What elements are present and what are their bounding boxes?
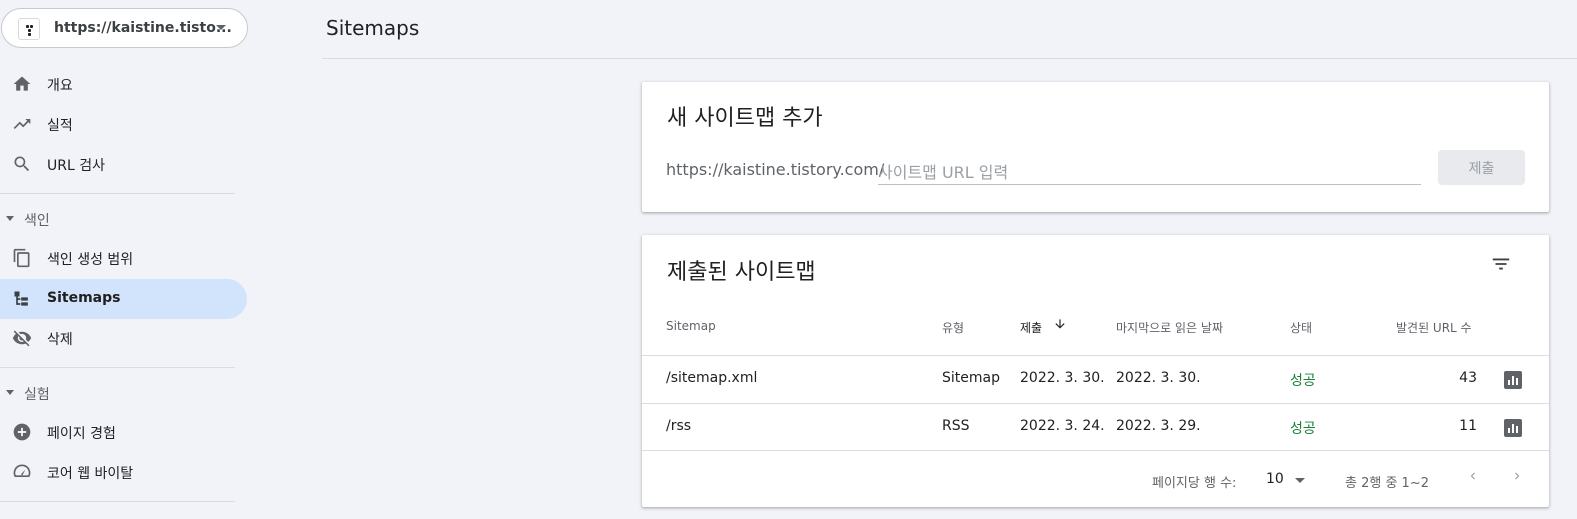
- trending-up-icon: [13, 119, 31, 129]
- sidebar-divider: [0, 193, 235, 194]
- collapse-triangle-icon: [6, 390, 14, 395]
- sidebar: https://kaistine.tisto... 개요 실적 URL 검사 색…: [0, 0, 250, 519]
- visibility-off-icon: [12, 330, 32, 347]
- submitted-sitemaps-title: 제출된 사이트맵: [667, 260, 816, 285]
- pagination-range: 총 2행 중 1~2: [1345, 476, 1429, 491]
- submitted-date: 2022. 3. 24.: [1020, 418, 1105, 434]
- last-read-date: 2022. 3. 29.: [1116, 418, 1201, 434]
- submit-button[interactable]: 제출: [1438, 150, 1525, 185]
- status-badge: 성공: [1290, 421, 1316, 437]
- sidebar-item-sitemaps[interactable]: Sitemaps: [0, 279, 247, 319]
- add-sitemap-card: 새 사이트맵 추가 https://kaistine.tistory.com/ …: [642, 82, 1549, 212]
- rows-per-page-label: 페이지당 행 수:: [1152, 476, 1237, 491]
- chevron-right-icon[interactable]: [1510, 469, 1524, 483]
- sidebar-item-performance[interactable]: 실적: [0, 104, 247, 144]
- plus-circle-icon: [13, 423, 31, 441]
- discovered-url-count: 11: [1459, 418, 1477, 434]
- filter-icon[interactable]: [1490, 253, 1512, 275]
- site-favicon-icon: [18, 18, 40, 40]
- submitted-date: 2022. 3. 30.: [1020, 370, 1105, 386]
- column-header-last-read[interactable]: 마지막으로 읽은 날짜: [1116, 319, 1223, 336]
- submitted-sitemaps-card: 제출된 사이트맵 Sitemap 유형 제출 마지막으로 읽은 날짜 상태 발견…: [642, 235, 1549, 507]
- column-header-status[interactable]: 상태: [1290, 319, 1312, 336]
- sitemap-url-prefix: https://kaistine.tistory.com/: [666, 160, 885, 179]
- section-index-header[interactable]: 색인: [0, 207, 240, 231]
- property-url: https://kaistine.tisto...: [54, 20, 232, 36]
- speed-gauge-icon: [13, 464, 31, 477]
- sidebar-item-page-experience[interactable]: 페이지 경험: [0, 412, 247, 452]
- table-divider: [642, 450, 1549, 451]
- sidebar-item-label: 코어 웹 바이탈: [47, 466, 134, 482]
- sitemap-icon: [14, 291, 28, 306]
- chevron-left-icon[interactable]: [1466, 469, 1480, 483]
- section-experience-header[interactable]: 실험: [0, 381, 240, 405]
- column-header-type[interactable]: 유형: [942, 319, 964, 336]
- sort-descending-icon[interactable]: [1053, 317, 1067, 331]
- status-badge: 성공: [1290, 373, 1316, 389]
- sidebar-item-label: 색인 생성 범위: [47, 252, 134, 268]
- sidebar-item-core-web-vitals[interactable]: 코어 웹 바이탈: [0, 452, 247, 492]
- section-title: 실험: [24, 387, 50, 403]
- sidebar-item-label: 실적: [47, 118, 73, 134]
- sitemap-path: /rss: [666, 418, 692, 434]
- table-divider: [642, 355, 1549, 356]
- sidebar-item-coverage[interactable]: 색인 생성 범위: [0, 238, 247, 278]
- chevron-down-icon[interactable]: [1295, 478, 1305, 483]
- sitemap-type: RSS: [942, 418, 970, 434]
- column-header-sitemap[interactable]: Sitemap: [666, 319, 716, 333]
- sidebar-item-url-inspection[interactable]: URL 검사: [0, 144, 247, 184]
- sitemap-path: /sitemap.xml: [666, 370, 758, 386]
- collapse-triangle-icon: [6, 216, 14, 221]
- sidebar-item-label: 개요: [47, 78, 73, 94]
- copy-pages-icon: [13, 248, 30, 268]
- table-divider: [642, 403, 1549, 404]
- bar-chart-icon[interactable]: [1504, 419, 1522, 437]
- sidebar-divider: [0, 367, 235, 368]
- sidebar-item-label: 페이지 경험: [47, 426, 116, 442]
- rows-per-page-select[interactable]: 10: [1266, 471, 1284, 487]
- dropdown-caret-icon: [216, 25, 226, 30]
- section-title: 색인: [24, 213, 50, 229]
- search-icon: [14, 156, 30, 172]
- last-read-date: 2022. 3. 30.: [1116, 370, 1201, 386]
- sitemap-url-input[interactable]: [878, 161, 1421, 185]
- property-selector[interactable]: https://kaistine.tisto...: [1, 8, 248, 48]
- column-header-discovered-urls[interactable]: 발견된 URL 수: [1396, 319, 1472, 336]
- sidebar-divider: [0, 501, 235, 502]
- column-header-submitted[interactable]: 제출: [1020, 319, 1042, 336]
- sidebar-item-overview[interactable]: 개요: [0, 64, 247, 104]
- sidebar-item-label: 삭제: [47, 332, 73, 348]
- bar-chart-icon[interactable]: [1504, 371, 1522, 389]
- sitemap-type: Sitemap: [942, 370, 1000, 386]
- sidebar-item-label: URL 검사: [47, 158, 105, 174]
- home-icon: [13, 76, 31, 91]
- page-title: Sitemaps: [326, 16, 420, 40]
- header-divider: [322, 58, 1577, 59]
- sidebar-item-label: Sitemaps: [47, 290, 121, 306]
- add-sitemap-title: 새 사이트맵 추가: [667, 106, 823, 131]
- sidebar-item-removals[interactable]: 삭제: [0, 318, 247, 358]
- discovered-url-count: 43: [1459, 370, 1477, 386]
